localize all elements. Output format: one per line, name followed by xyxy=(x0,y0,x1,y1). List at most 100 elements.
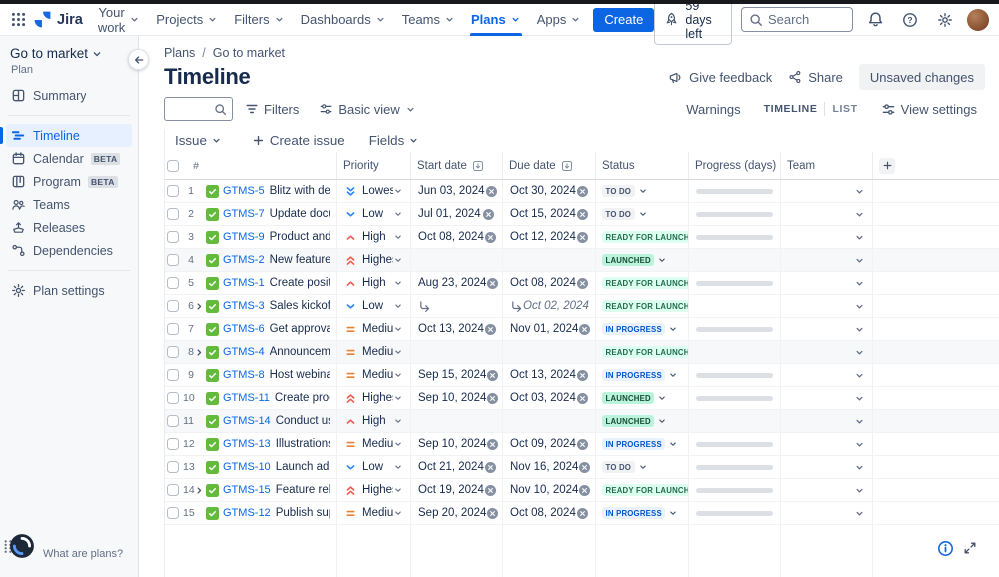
priority-cell[interactable]: Medium xyxy=(337,341,411,363)
priority-cell[interactable]: Low xyxy=(337,295,411,317)
row-checkbox[interactable] xyxy=(167,369,179,381)
status-cell[interactable]: IN PROGRESS xyxy=(596,364,689,386)
priority-cell[interactable]: Low xyxy=(337,203,411,225)
clear-date-icon[interactable] xyxy=(578,461,591,474)
priority-cell[interactable]: Low xyxy=(337,456,411,478)
issue-summary[interactable]: Blitz with dev team xyxy=(270,185,330,197)
row-checkbox[interactable] xyxy=(167,254,179,266)
issue-key-link[interactable]: GTMS-6 xyxy=(223,323,265,335)
issue-summary[interactable]: Create product ... xyxy=(275,392,330,404)
fields-menu[interactable]: Fields xyxy=(369,133,420,148)
clear-date-icon[interactable] xyxy=(576,507,589,520)
unsaved-changes-button[interactable]: Unsaved changes xyxy=(858,64,985,90)
issue-summary[interactable]: Launch ad camp... xyxy=(276,461,330,473)
table-row[interactable]: 12 GTMS-13 Illustrations for ... Medium Sep … xyxy=(165,433,999,456)
give-feedback-button[interactable]: Give feedback xyxy=(661,65,779,90)
clear-date-icon[interactable] xyxy=(484,461,497,474)
issue-summary[interactable]: Illustrations for ... xyxy=(276,438,330,450)
due-date-cell[interactable]: Oct 09, 2024 xyxy=(503,433,596,455)
team-cell[interactable] xyxy=(781,226,873,248)
due-date-cell[interactable]: Oct 08, 2024 xyxy=(503,502,596,524)
priority-cell[interactable]: Medium xyxy=(337,318,411,340)
team-cell[interactable] xyxy=(781,341,873,363)
view-settings-button[interactable]: View settings xyxy=(873,98,985,121)
start-date-cell[interactable]: Jun 03, 2024 xyxy=(411,180,503,202)
start-date-cell[interactable]: Oct 19, 2024 xyxy=(411,479,503,501)
clear-date-icon[interactable] xyxy=(576,392,589,405)
clear-date-icon[interactable] xyxy=(486,277,499,290)
team-cell[interactable] xyxy=(781,180,873,202)
column-header-team[interactable]: Team xyxy=(781,152,873,179)
priority-cell[interactable]: Highest xyxy=(337,249,411,271)
start-date-cell[interactable]: Sep 15, 2024 xyxy=(411,364,503,386)
table-row[interactable]: 6 GTMS-3 Sales kickoff Low Oct 02, 2024 READY… xyxy=(165,295,999,318)
start-date-cell[interactable]: Sep 10, 2024 xyxy=(411,433,503,455)
select-all-checkbox[interactable] xyxy=(167,159,179,172)
team-cell[interactable] xyxy=(781,479,873,501)
nav-item-your-work[interactable]: Your work xyxy=(90,4,148,36)
due-date-cell[interactable] xyxy=(503,249,596,271)
issue-summary[interactable]: Publish support ... xyxy=(276,507,330,519)
mode-list-button[interactable]: LIST xyxy=(825,99,864,119)
due-date-cell[interactable]: Nov 16, 2024 xyxy=(503,456,596,478)
team-cell[interactable] xyxy=(781,272,873,294)
row-checkbox[interactable] xyxy=(167,484,179,496)
clear-date-icon[interactable] xyxy=(486,369,499,382)
column-header-progress[interactable]: Progress (days) xyxy=(689,152,781,179)
table-row[interactable]: 7 GTMS-6 Get approvals on ... Medium Oct 13,… xyxy=(165,318,999,341)
row-checkbox[interactable] xyxy=(167,300,179,312)
start-date-cell[interactable]: Aug 23, 2024 xyxy=(411,272,503,294)
table-row[interactable]: 10 GTMS-11 Create product ... Highest Sep 10… xyxy=(165,387,999,410)
row-checkbox[interactable] xyxy=(167,185,179,197)
start-date-cell[interactable]: Jul 01, 2024 xyxy=(411,203,503,225)
table-row[interactable]: 9 GTMS-8 Host webinar Medium Sep 15, 2024 Oct… xyxy=(165,364,999,387)
nav-item-apps[interactable]: Apps xyxy=(529,4,590,36)
start-date-cell[interactable] xyxy=(411,410,503,432)
status-cell[interactable]: LAUNCHED xyxy=(596,249,689,271)
priority-cell[interactable]: Highest xyxy=(337,479,411,501)
clear-date-icon[interactable] xyxy=(486,438,499,451)
clear-date-icon[interactable] xyxy=(576,231,589,244)
issue-key-link[interactable]: GTMS-14 xyxy=(223,415,271,427)
issue-key-link[interactable]: GTMS-13 xyxy=(223,438,271,450)
status-cell[interactable]: READY FOR LAUNCH xyxy=(596,272,689,294)
filters-button[interactable]: Filters xyxy=(237,98,307,121)
issue-summary[interactable]: Feature release ... xyxy=(276,484,330,496)
table-row[interactable]: 4 GTMS-2 New feature nami... Highest LAUNCHE… xyxy=(165,249,999,272)
whats-plans-link[interactable]: What are plans? xyxy=(43,548,123,560)
breadcrumb-plan-name[interactable]: Go to market xyxy=(213,46,285,60)
clear-date-icon[interactable] xyxy=(576,185,589,198)
status-cell[interactable]: LAUNCHED xyxy=(596,410,689,432)
issue-group-menu[interactable]: Issue xyxy=(175,133,222,148)
priority-cell[interactable]: High xyxy=(337,410,411,432)
settings-button[interactable] xyxy=(932,7,958,33)
issue-summary[interactable]: Get approvals on ... xyxy=(270,323,330,335)
status-cell[interactable]: IN PROGRESS xyxy=(596,433,689,455)
loading-spinner-icon[interactable] xyxy=(9,533,35,559)
row-checkbox[interactable] xyxy=(167,346,179,358)
issue-key-link[interactable]: GTMS-11 xyxy=(223,392,270,404)
status-cell[interactable]: TO DO xyxy=(596,203,689,225)
column-header-priority[interactable]: Priority xyxy=(337,152,411,179)
sidebar-item-plan-settings[interactable]: Plan settings xyxy=(6,279,132,302)
issue-summary[interactable]: Product and Mar... xyxy=(270,231,330,243)
row-checkbox[interactable] xyxy=(167,415,179,427)
due-date-cell[interactable]: Oct 30, 2024 xyxy=(503,180,596,202)
create-issue-button[interactable]: Create issue xyxy=(252,133,345,148)
row-checkbox[interactable] xyxy=(167,323,179,335)
clear-date-icon[interactable] xyxy=(485,185,498,198)
column-header-status[interactable]: Status xyxy=(596,152,689,179)
table-row[interactable]: 8 GTMS-4 Announcement b... Medium READY FOR … xyxy=(165,341,999,364)
team-cell[interactable] xyxy=(781,295,873,317)
nav-item-projects[interactable]: Projects xyxy=(148,4,226,36)
due-date-cell[interactable]: Oct 03, 2024 xyxy=(503,387,596,409)
status-cell[interactable]: READY FOR LAUNCH xyxy=(596,479,689,501)
priority-cell[interactable]: Medium xyxy=(337,364,411,386)
team-cell[interactable] xyxy=(781,364,873,386)
sidebar-item-timeline[interactable]: Timeline xyxy=(0,124,132,147)
start-date-cell[interactable] xyxy=(411,295,503,317)
issue-summary[interactable]: Announcement b... xyxy=(270,346,330,358)
due-date-cell[interactable]: Oct 15, 2024 xyxy=(503,203,596,225)
start-date-cell[interactable]: Oct 13, 2024 xyxy=(411,318,503,340)
priority-cell[interactable]: Medium xyxy=(337,433,411,455)
